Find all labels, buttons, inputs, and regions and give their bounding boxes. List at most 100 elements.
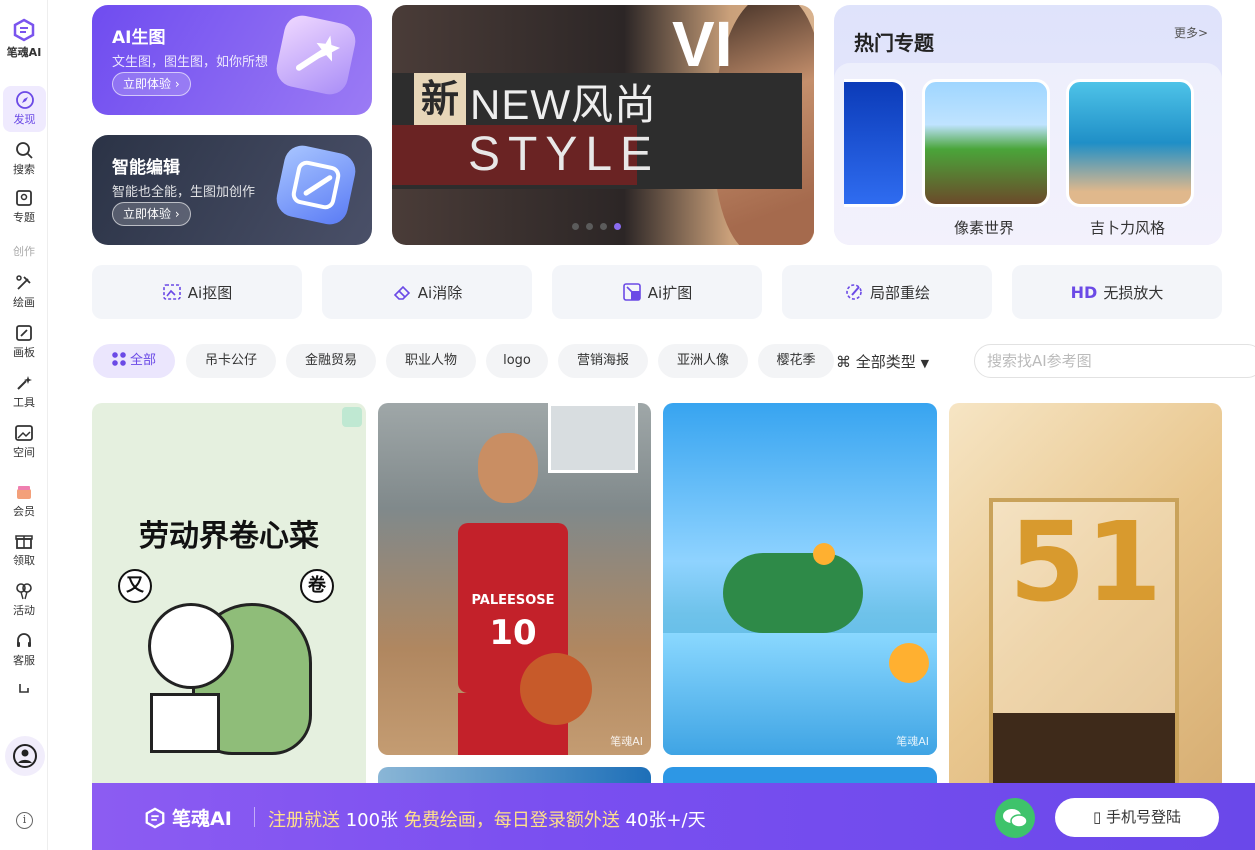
sidebar-item-discover[interactable]: 发现 [3, 86, 46, 132]
apps-icon: ⌘ [836, 353, 851, 371]
jersey-text: PALEESOSE [471, 593, 555, 608]
expand-icon [622, 283, 641, 301]
chip-sakura-season[interactable]: 樱花季 [758, 344, 834, 378]
sidebar-item-label: 客服 [13, 654, 35, 667]
orange-ball [889, 643, 929, 683]
divider [254, 807, 255, 827]
more-icon [19, 684, 29, 693]
sidebar-item-canvas[interactable]: 画板 [0, 323, 48, 360]
reference-search-input[interactable]: 搜索找AI参考图 [974, 344, 1255, 378]
brand-logo[interactable]: 笔魂AI [0, 18, 48, 60]
sidebar-item-service[interactable]: 客服 [0, 631, 48, 668]
phone-login-button[interactable]: ▯ 手机号登陆 [1055, 798, 1219, 837]
gallery-item[interactable]: 51 [949, 403, 1222, 803]
promo-text: 免费绘画，每日登录额外送 [398, 810, 626, 831]
sidebar-section-create: 创作 [0, 243, 48, 259]
banner-new-text: NEW风尚 [470, 81, 657, 128]
sidebar-item-tools[interactable]: 工具 [0, 373, 48, 410]
chip-all[interactable]: 全部 [93, 344, 175, 378]
tool-label: Ai抠图 [187, 283, 233, 302]
chip-label: 全部 [129, 353, 156, 368]
watermark: 笔魂AI [610, 735, 643, 748]
topic-card-partial[interactable] [844, 79, 906, 207]
hero-banner-carousel[interactable]: 新 NEW风尚 STYLE VI [392, 5, 814, 245]
sidebar-item-search[interactable]: 搜索 [0, 140, 48, 177]
sidebar-item-activity[interactable]: 活动 [0, 581, 48, 618]
sidebar: 笔魂AI 发现 搜索 专题 创作 绘画 画板 工具 空间 会员 领取 活动 客服… [0, 0, 48, 850]
chip-asian-portrait[interactable]: 亚洲人像 [658, 344, 748, 378]
chip-label: 金融贸易 [304, 353, 357, 368]
app-root: 笔魂AI 发现 搜索 专题 创作 绘画 画板 工具 空间 会员 领取 活动 客服… [0, 0, 1255, 850]
dragon-boat [723, 553, 863, 633]
ai-generate-card[interactable]: AI生图 文生图，图生图，如你所想 立即体验 › [92, 5, 372, 115]
ai-cutout-button[interactable]: Ai抠图 [92, 265, 302, 319]
sidebar-item-label: 空间 [13, 446, 35, 459]
ai-expand-button[interactable]: Ai扩图 [552, 265, 762, 319]
banner-xin-text: 新 [414, 73, 466, 125]
user-avatar[interactable] [5, 736, 45, 776]
try-now-button[interactable]: 立即体验 › [112, 202, 191, 226]
topic-card-pixel-world[interactable] [922, 79, 1050, 207]
chip-keychain-doll[interactable]: 吊卡公仔 [186, 344, 276, 378]
sidebar-item-label: 专题 [13, 211, 35, 224]
gallery-item[interactable]: PALEESOSE 10 笔魂AI [378, 403, 651, 755]
search-icon [16, 142, 33, 159]
sidebar-item-label: 工具 [13, 396, 35, 409]
eraser-icon [393, 285, 410, 300]
chip-marketing-poster[interactable]: 营销海报 [558, 344, 648, 378]
user-icon [13, 744, 37, 768]
chip-logo[interactable]: logo [486, 344, 548, 378]
promo-brand-name: 笔魂AI [172, 808, 232, 830]
girl-body-illustration [150, 693, 220, 753]
type-filter-label: 全部类型 [855, 353, 916, 371]
hd-upscale-button[interactable]: HD 无损放大 [1012, 265, 1222, 319]
magic-wand-icon [273, 12, 359, 98]
carousel-dot[interactable] [586, 223, 593, 230]
card-subtitle: 文生图，图生图，如你所想 [112, 55, 269, 70]
gallery-item[interactable]: 劳动界卷心菜 又 卷 [92, 403, 366, 803]
info-icon[interactable]: i [16, 812, 33, 829]
inpaint-button[interactable]: 局部重绘 [782, 265, 992, 319]
brand-logo-icon [145, 807, 165, 828]
chevron-down-icon: ▼ [920, 357, 930, 370]
sidebar-item-member[interactable]: 会员 [0, 482, 48, 519]
edit-icon[interactable] [342, 407, 362, 427]
hot-topics-title: 热门专题 [854, 31, 934, 55]
hot-topics-panel: 热门专题 更多> 像素世界 吉卜力风格 [834, 5, 1222, 245]
tool-label: Ai扩图 [647, 283, 693, 302]
topic-card-ghibli-style[interactable] [1066, 79, 1194, 207]
sidebar-item-label: 领取 [13, 554, 35, 567]
canvas-icon [16, 325, 32, 341]
sidebar-item-label: 会员 [13, 505, 35, 518]
tool-label: 局部重绘 [869, 283, 930, 302]
wechat-icon[interactable] [995, 798, 1035, 838]
sidebar-item-space[interactable]: 空间 [0, 423, 48, 460]
carousel-dot-active[interactable] [614, 223, 621, 230]
carousel-dot[interactable] [600, 223, 607, 230]
login-label: 手机号登陆 [1106, 808, 1182, 826]
more-link[interactable]: 更多> [1174, 24, 1208, 41]
balloon-icon [16, 583, 32, 600]
promo-message: 注册就送 100张 免费绘画，每日登录额外送 40张+/天 [268, 806, 706, 832]
sidebar-item-more[interactable] [0, 682, 48, 695]
sidebar-item-topics[interactable]: 专题 [0, 188, 48, 225]
gallery-item[interactable]: 笔魂AI [663, 403, 937, 755]
sidebar-item-claim[interactable]: 领取 [0, 531, 48, 568]
basketball [520, 653, 592, 725]
banner-vi-text: VI [672, 8, 733, 80]
grid-icon [111, 352, 126, 366]
brand-name: 笔魂AI [6, 46, 42, 59]
card-title: AI生图 [112, 28, 166, 48]
type-filter-dropdown[interactable]: ⌘ 全部类型 ▼ [836, 351, 929, 372]
chip-professional[interactable]: 职业人物 [386, 344, 476, 378]
smart-edit-card[interactable]: 智能编辑 智能也全能，生图加创作 立即体验 › [92, 135, 372, 245]
carousel-dot[interactable] [572, 223, 579, 230]
sidebar-item-draw[interactable]: 绘画 [0, 273, 48, 310]
player-head [478, 433, 538, 503]
ai-erase-button[interactable]: Ai消除 [322, 265, 532, 319]
try-now-button[interactable]: 立即体验 › [112, 72, 191, 96]
phone-icon: ▯ [1092, 808, 1102, 826]
chip-label: 吊卡公仔 [204, 353, 257, 368]
register-promo-bar: 笔魂AI 注册就送 100张 免费绘画，每日登录额外送 40张+/天 ▯ 手机号… [92, 783, 1255, 850]
chip-finance-trade[interactable]: 金融贸易 [286, 344, 376, 378]
